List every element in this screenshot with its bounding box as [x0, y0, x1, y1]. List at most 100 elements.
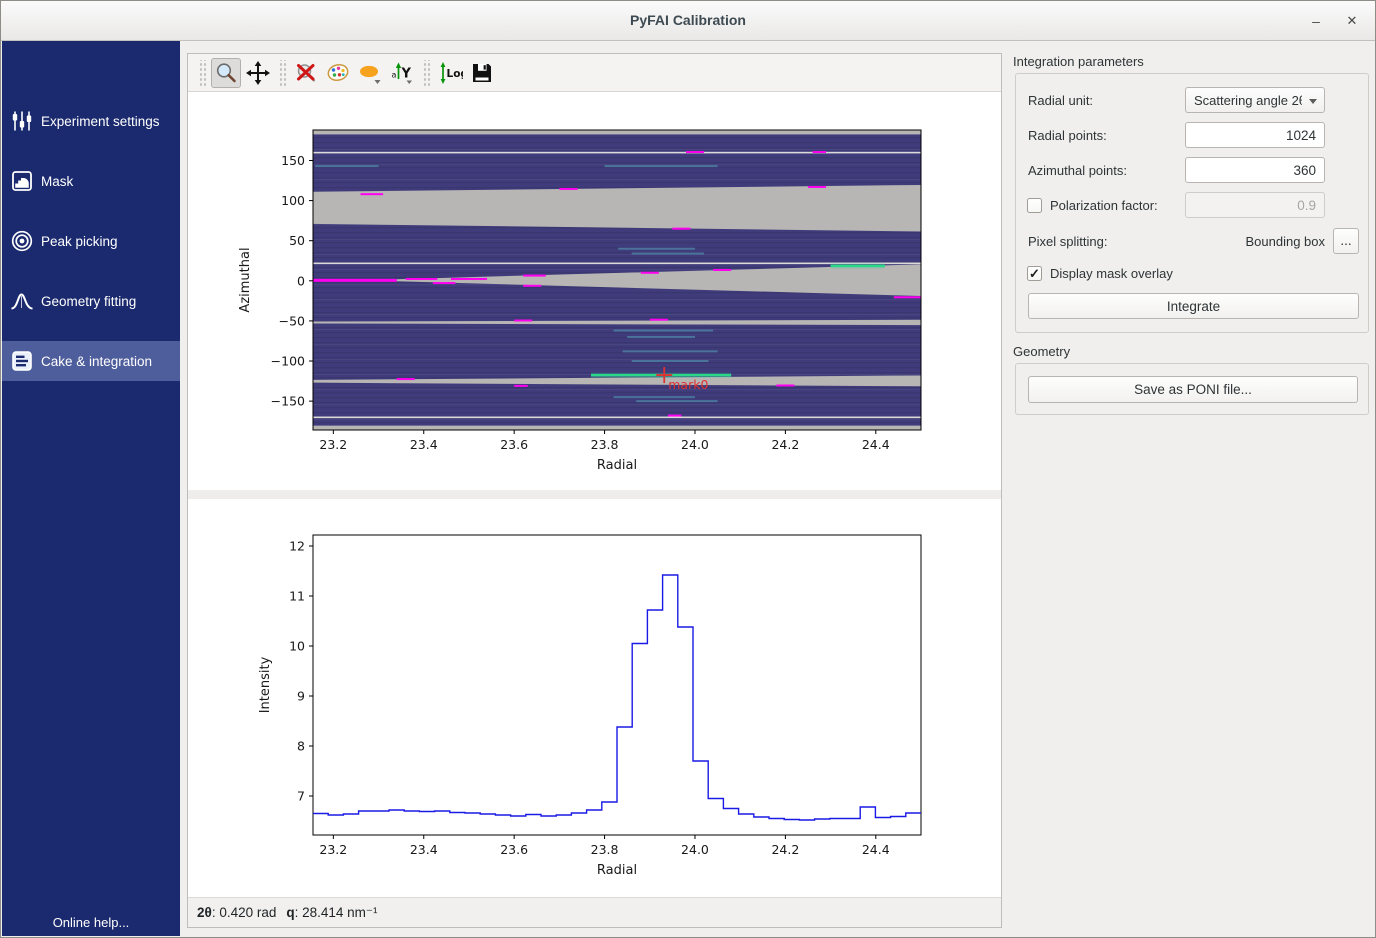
- integrate-button[interactable]: Integrate: [1028, 293, 1359, 319]
- pyfai-calibration-window: PyFAI Calibration – ✕ Experiment setting…: [0, 0, 1376, 938]
- svg-text:7: 7: [297, 789, 305, 804]
- zoom-reset-icon: [293, 60, 319, 86]
- close-button[interactable]: ✕: [1339, 9, 1365, 33]
- colormap-button[interactable]: [323, 58, 353, 88]
- svg-text:Azimuthal: Azimuthal: [238, 247, 253, 312]
- list-icon: [10, 349, 34, 373]
- minimize-button[interactable]: –: [1303, 9, 1329, 33]
- sidebar: Experiment settings Mask Peak picking: [2, 41, 180, 936]
- ellipse-icon: [357, 60, 383, 86]
- sliders-icon: [10, 109, 34, 133]
- sidebar-item-peak-picking[interactable]: Peak picking: [2, 221, 180, 261]
- figure-separator: [188, 490, 1001, 499]
- q-label: q: [286, 905, 294, 920]
- mask-shape-button[interactable]: [355, 58, 385, 88]
- magnifier-icon: [213, 60, 239, 86]
- sidebar-item-label: Geometry fitting: [41, 294, 136, 309]
- svg-text:100: 100: [281, 193, 305, 208]
- radial-unit-label: Radial unit:: [1028, 93, 1093, 108]
- sidebar-item-label: Mask: [41, 174, 73, 189]
- sidebar-item-mask[interactable]: Mask: [2, 161, 180, 201]
- mask-icon: [10, 169, 34, 193]
- palette-icon: [325, 60, 351, 86]
- sidebar-item-experiment-settings[interactable]: Experiment settings: [2, 101, 180, 141]
- radial-points-input[interactable]: [1185, 122, 1325, 148]
- pixel-splitting-label: Pixel splitting:: [1028, 234, 1107, 249]
- svg-text:Y: Y: [401, 66, 412, 81]
- svg-text:24.4: 24.4: [862, 842, 890, 857]
- svg-text:mark0: mark0: [668, 377, 708, 392]
- svg-text:23.2: 23.2: [319, 842, 347, 857]
- position-statusbar: 2θ: 0.420 radq: 28.414 nm⁻¹: [188, 897, 1001, 927]
- svg-text:23.2: 23.2: [319, 437, 347, 452]
- svg-text:10: 10: [289, 639, 305, 654]
- radial-points-label: Radial points:: [1028, 128, 1107, 143]
- pixel-splitting-more-button[interactable]: ...: [1333, 228, 1359, 254]
- toolbar-drag-handle: [278, 60, 286, 86]
- mask-overlay-checkbox[interactable]: ✓: [1027, 266, 1042, 281]
- zoom-reset-button[interactable]: [291, 58, 321, 88]
- cake-plot-figure[interactable]: mark023.223.423.623.824.024.224.41501005…: [188, 92, 1001, 490]
- pan-mode-button[interactable]: [243, 58, 273, 88]
- geometry-title: Geometry: [1013, 344, 1070, 359]
- polarization-label: Polarization factor:: [1050, 198, 1158, 213]
- svg-text:11: 11: [289, 589, 305, 604]
- pixel-splitting-value: Bounding box: [1176, 234, 1325, 249]
- save-button[interactable]: [467, 58, 497, 88]
- q-value: : 28.414 nm⁻¹: [295, 905, 378, 920]
- svg-text:Radial: Radial: [597, 458, 637, 473]
- svg-text:Intensity: Intensity: [258, 656, 273, 713]
- svg-text:−50: −50: [279, 313, 305, 328]
- chevron-down-icon: [407, 80, 413, 84]
- plot-panel: a Y Log: [187, 53, 1002, 928]
- chevron-down-icon: [1309, 99, 1317, 104]
- chevron-down-icon: [375, 80, 381, 84]
- integration-groupbox: Radial unit: Scattering angle 2θ (rad) R…: [1015, 73, 1369, 333]
- svg-text:0: 0: [297, 273, 305, 288]
- window-title: PyFAI Calibration: [1, 12, 1375, 28]
- log-scale-button[interactable]: Log: [435, 58, 465, 88]
- polarization-input: [1185, 192, 1325, 218]
- svg-text:24.0: 24.0: [681, 842, 709, 857]
- svg-text:23.6: 23.6: [500, 437, 528, 452]
- save-poni-button[interactable]: Save as PONI file...: [1028, 376, 1358, 403]
- sidebar-item-geometry-fitting[interactable]: Geometry fitting: [2, 281, 180, 321]
- svg-text:23.8: 23.8: [591, 842, 619, 857]
- svg-text:150: 150: [281, 153, 305, 168]
- svg-text:Radial: Radial: [597, 863, 637, 878]
- mask-overlay-label: Display mask overlay: [1050, 266, 1173, 281]
- integration-parameters-title: Integration parameters: [1013, 54, 1144, 69]
- curve-icon: [10, 289, 34, 313]
- geometry-groupbox: Save as PONI file...: [1015, 363, 1369, 415]
- target-icon: [10, 229, 34, 253]
- radial-unit-value: Scattering angle 2θ (rad): [1194, 93, 1302, 108]
- toolbar-drag-handle: [422, 60, 430, 86]
- svg-text:24.2: 24.2: [771, 842, 799, 857]
- tth-value: : 0.420 rad: [212, 905, 277, 920]
- svg-text:24.0: 24.0: [681, 437, 709, 452]
- svg-text:a: a: [392, 70, 397, 79]
- integration-plot-figure[interactable]: 23.223.423.623.824.024.224.4789101112Rad…: [188, 499, 1001, 897]
- parameters-panel: Integration parameters Radial unit: Scat…: [1011, 41, 1374, 936]
- azimuthal-points-label: Azimuthal points:: [1028, 163, 1127, 178]
- zoom-mode-button[interactable]: [211, 58, 241, 88]
- toolbar-drag-handle: [198, 60, 206, 86]
- radial-unit-select[interactable]: Scattering angle 2θ (rad): [1185, 87, 1325, 113]
- azimuthal-points-input[interactable]: [1185, 157, 1325, 183]
- svg-text:Log: Log: [447, 68, 464, 80]
- y-axis-orientation-button[interactable]: a Y: [387, 58, 417, 88]
- sidebar-item-label: Peak picking: [41, 234, 118, 249]
- svg-text:50: 50: [289, 233, 305, 248]
- sidebar-item-cake-integration[interactable]: Cake & integration: [2, 341, 180, 381]
- title-bar: PyFAI Calibration – ✕: [1, 1, 1375, 41]
- pan-arrows-icon: [245, 60, 271, 86]
- svg-text:9: 9: [297, 689, 305, 704]
- svg-text:23.4: 23.4: [410, 842, 438, 857]
- polarization-checkbox[interactable]: [1027, 198, 1042, 213]
- plot-toolbar: a Y Log: [188, 54, 1001, 92]
- floppy-save-icon: [469, 60, 495, 86]
- online-help-link[interactable]: Online help...: [2, 915, 180, 930]
- sidebar-item-label: Cake & integration: [41, 354, 152, 369]
- svg-text:24.2: 24.2: [771, 437, 799, 452]
- svg-text:23.8: 23.8: [591, 437, 619, 452]
